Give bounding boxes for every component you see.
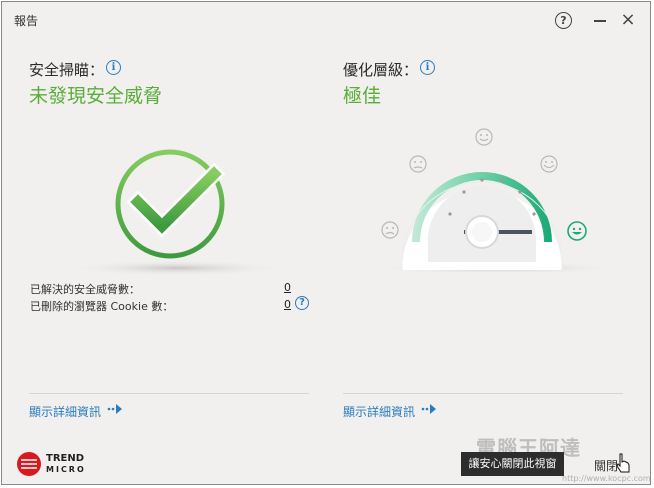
report-window: 報告 ? × 安全掃瞄： i 未發現安全威脅 已解決的安全威脅數： 0 已刪除的… xyxy=(1,1,651,485)
close-tooltip: 讓安心關閉此視窗 xyxy=(461,452,564,476)
optimize-status: 極佳 xyxy=(343,85,382,107)
smiley-icon xyxy=(475,128,493,146)
smiley-icon xyxy=(567,221,587,241)
deleted-cookies-row: 已刪除的瀏覽器 Cookie 數： 0 xyxy=(30,298,300,314)
left-divider xyxy=(29,393,309,394)
brand-line1: TREND xyxy=(46,453,85,464)
scan-status: 未發現安全威脅 xyxy=(29,85,163,107)
resolved-threats-row: 已解決的安全威脅數： 0 xyxy=(30,281,300,297)
optimize-info-icon[interactable]: i xyxy=(420,60,435,75)
smiley-icon xyxy=(409,155,427,173)
scan-title: 安全掃瞄： xyxy=(29,61,105,79)
watermark-url: http://www.kocpc.com.tw xyxy=(562,474,651,483)
brand-line2: MICRO xyxy=(46,465,86,474)
cursor-icon xyxy=(616,453,630,473)
deleted-cookies-label: 已刪除的瀏覽器 Cookie 數： xyxy=(30,300,174,313)
gauge-icon xyxy=(375,172,619,272)
scan-info-icon[interactable]: i xyxy=(106,60,121,75)
smiley-icon xyxy=(540,155,558,173)
arrow-right-icon[interactable] xyxy=(421,402,439,416)
title-bar: 報告 ? × xyxy=(2,2,650,40)
deleted-cookies-value[interactable]: 0 xyxy=(284,298,291,311)
arrow-right-icon[interactable] xyxy=(107,402,125,416)
window-title: 報告 xyxy=(14,14,39,28)
right-divider xyxy=(343,393,623,394)
resolved-threats-value[interactable]: 0 xyxy=(284,281,291,294)
smiley-icon xyxy=(381,221,399,239)
optimize-title: 優化層級： xyxy=(343,61,419,79)
help-button[interactable]: ? xyxy=(555,12,572,29)
scan-details-link[interactable]: 顯示詳細資訊 xyxy=(29,403,101,420)
trend-micro-logo-icon xyxy=(17,452,41,476)
close-window-button[interactable]: × xyxy=(618,10,638,30)
minimize-button[interactable] xyxy=(594,20,606,22)
resolved-threats-label: 已解決的安全威脅數： xyxy=(30,283,140,296)
checkmark-icon xyxy=(67,149,287,276)
optimize-details-link[interactable]: 顯示詳細資訊 xyxy=(343,403,415,420)
cookie-help-icon[interactable]: ? xyxy=(295,296,309,310)
